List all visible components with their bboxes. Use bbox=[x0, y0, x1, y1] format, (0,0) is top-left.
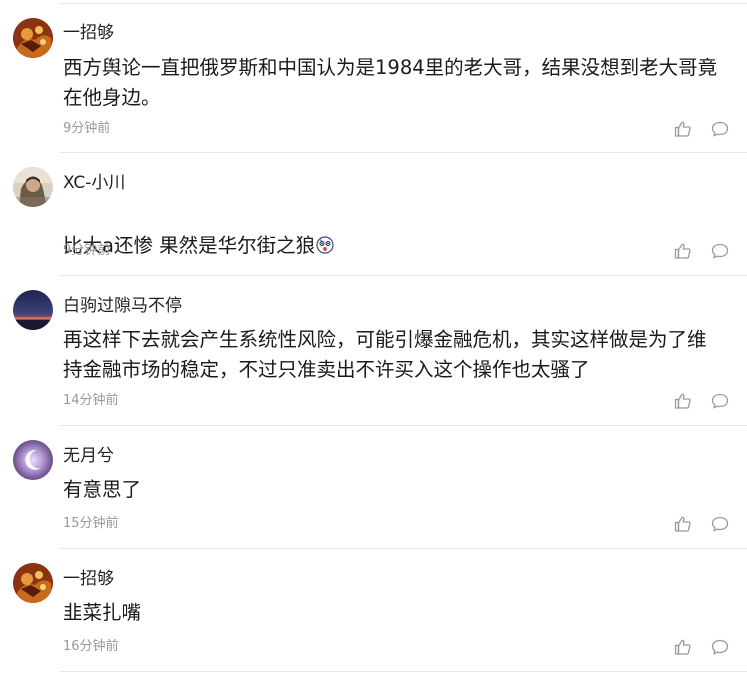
character-avatar-icon[interactable] bbox=[13, 18, 53, 58]
photo-avatar-icon[interactable] bbox=[13, 167, 53, 207]
username[interactable]: 白驹过隙马不停 bbox=[63, 296, 182, 316]
username[interactable]: XC-小川 bbox=[63, 173, 125, 193]
comment-divider bbox=[60, 152, 747, 153]
comment-divider bbox=[60, 275, 747, 276]
comment-divider bbox=[60, 548, 747, 549]
comment-text: 有意思了 bbox=[63, 478, 142, 501]
surprised-face-emoji bbox=[316, 233, 334, 254]
comment-divider bbox=[60, 671, 747, 672]
username[interactable]: 一招够 bbox=[63, 569, 114, 589]
thumbs-up-icon[interactable] bbox=[673, 637, 693, 657]
timestamp: 16分钟前 bbox=[63, 639, 119, 654]
comment-text: 比大a还惨 果然是华尔街之狼 bbox=[63, 201, 733, 261]
sunset-avatar-icon[interactable] bbox=[13, 290, 53, 330]
comment-bubble-icon[interactable] bbox=[710, 119, 730, 139]
timestamp: 14分钟前 bbox=[63, 393, 119, 408]
timestamp: 9分钟前 bbox=[63, 243, 111, 258]
username[interactable]: 无月兮 bbox=[63, 446, 114, 466]
top-divider bbox=[60, 3, 747, 4]
timestamp: 9分钟前 bbox=[63, 121, 111, 136]
username[interactable]: 一招够 bbox=[63, 23, 114, 43]
thumbs-up-icon[interactable] bbox=[673, 119, 693, 139]
comment-bubble-icon[interactable] bbox=[710, 241, 730, 261]
comment-bubble-icon[interactable] bbox=[710, 391, 730, 411]
comment-text: 再这样下去就会产生系统性风险，可能引爆金融危机，其实这样做是为了维 持金融市场的… bbox=[63, 328, 707, 381]
comment-text: 西方舆论一直把俄罗斯和中国认为是1984里的老大哥，结果没想到老大哥竟 在他身边… bbox=[63, 56, 718, 109]
timestamp: 15分钟前 bbox=[63, 516, 119, 531]
comment-text: 韭菜扎嘴 bbox=[63, 601, 142, 624]
comment-divider bbox=[60, 425, 747, 426]
thumbs-up-icon[interactable] bbox=[673, 241, 693, 261]
comment-bubble-icon[interactable] bbox=[710, 514, 730, 534]
thumbs-up-icon[interactable] bbox=[673, 391, 693, 411]
thumbs-up-icon[interactable] bbox=[673, 514, 693, 534]
comment-bubble-icon[interactable] bbox=[710, 637, 730, 657]
moon-avatar-icon[interactable] bbox=[13, 440, 53, 480]
character-avatar-icon[interactable] bbox=[13, 563, 53, 603]
